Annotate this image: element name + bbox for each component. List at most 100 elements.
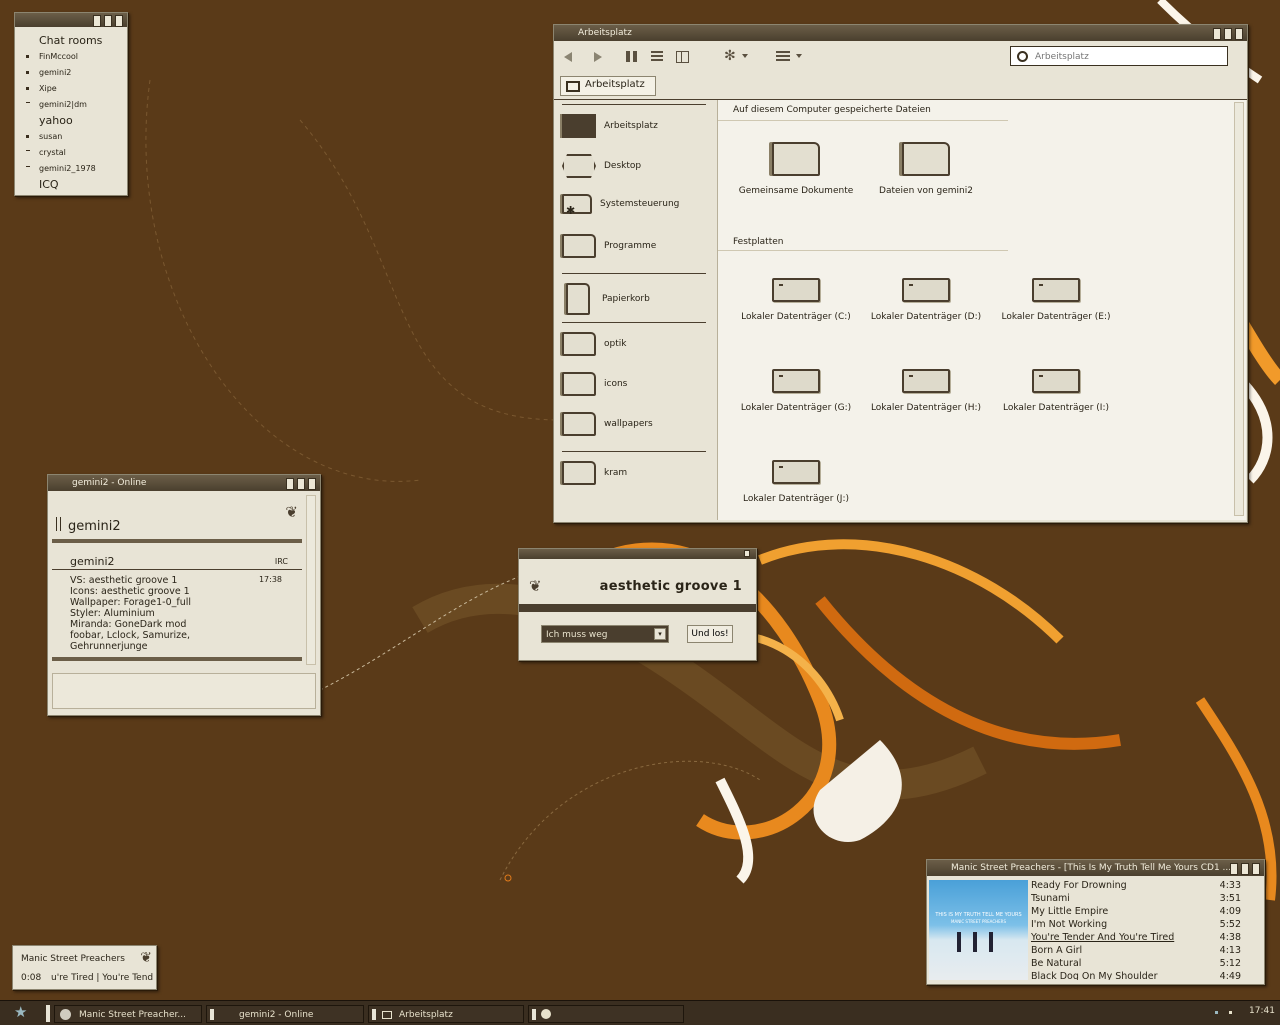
task-explorer[interactable]: Arbeitsplatz bbox=[368, 1005, 524, 1023]
sidebar-item[interactable]: Desktop bbox=[562, 154, 641, 178]
chat-room-label: gemini2_1978 bbox=[39, 164, 96, 173]
drive-item[interactable]: Lokaler Datenträger (G:) bbox=[731, 369, 861, 413]
drive-item[interactable]: Lokaler Datenträger (I:) bbox=[991, 369, 1121, 413]
chat-rooms-titlebar[interactable] bbox=[15, 13, 127, 27]
explorer-titlebar[interactable]: Arbeitsplatz bbox=[554, 25, 1247, 41]
drive-item[interactable]: Lokaler Datenträger (H:) bbox=[861, 369, 991, 413]
message-titlebar[interactable]: gemini2 - Online bbox=[48, 475, 320, 491]
chat-room-label: ICQ bbox=[39, 178, 59, 191]
start-star-icon[interactable]: ★ bbox=[14, 1003, 27, 1021]
search-input[interactable] bbox=[1033, 49, 1222, 65]
drive-item[interactable]: Lokaler Datenträger (C:) bbox=[731, 278, 861, 322]
close-button[interactable] bbox=[115, 15, 123, 27]
sidebar-item[interactable]: wallpapers bbox=[562, 412, 653, 436]
folder-item[interactable]: Dateien von gemini2 bbox=[861, 142, 991, 196]
close-button[interactable] bbox=[1235, 28, 1243, 40]
drive-item[interactable]: Lokaler Datenträger (J:) bbox=[731, 460, 861, 504]
list-view-icon[interactable] bbox=[651, 51, 663, 62]
playlist-track[interactable]: Ready For Drowning 4:33 bbox=[1031, 880, 1241, 893]
status-dialog-titlebar[interactable] bbox=[519, 549, 756, 559]
chat-room-item[interactable]: yahoo bbox=[39, 114, 73, 127]
sidebar-item[interactable]: Arbeitsplatz bbox=[562, 114, 658, 138]
dropdown-icon[interactable]: ▾ bbox=[654, 628, 666, 640]
sidebar-item[interactable]: Programme bbox=[562, 234, 656, 258]
arrange-dropdown-icon[interactable] bbox=[796, 54, 802, 58]
sidebar-item[interactable]: optik bbox=[562, 332, 626, 356]
section-files-divider bbox=[718, 120, 1008, 121]
und-los-button[interactable]: Und los! bbox=[687, 625, 733, 643]
sidebar-item[interactable]: icons bbox=[562, 372, 627, 396]
chat-room-item[interactable]: gemini2 bbox=[26, 68, 71, 77]
location-tab[interactable]: Arbeitsplatz bbox=[560, 76, 656, 96]
maximize-button[interactable] bbox=[1241, 863, 1249, 875]
chat-room-item[interactable]: FinMccool bbox=[26, 52, 78, 61]
track-duration: 4:33 bbox=[1219, 880, 1241, 891]
minimize-button[interactable] bbox=[93, 15, 101, 27]
playlist: Ready For Drowning 4:33 Tsunami 3:51 My Litt… bbox=[1031, 880, 1241, 980]
maximize-button[interactable] bbox=[297, 478, 305, 490]
playlist-track[interactable]: Tsunami 3:51 bbox=[1031, 893, 1241, 906]
close-button[interactable] bbox=[744, 550, 750, 557]
close-button[interactable] bbox=[308, 478, 316, 490]
maximize-button[interactable] bbox=[104, 15, 112, 27]
track-title: I'm Not Working bbox=[1031, 919, 1108, 930]
chat-room-item[interactable]: ICQ bbox=[39, 178, 59, 191]
gear-icon[interactable]: ✻ bbox=[724, 48, 736, 64]
task-player[interactable]: Manic Street Preacher... bbox=[54, 1005, 202, 1023]
hard-drive-icon bbox=[1032, 369, 1080, 393]
player-window: Manic Street Preachers - [This Is My Tru… bbox=[926, 859, 1265, 985]
message-scrollbar[interactable] bbox=[306, 495, 316, 665]
clock: 17:41 bbox=[1249, 1006, 1275, 1016]
folder-icon bbox=[902, 142, 950, 176]
back-arrow-icon[interactable] bbox=[564, 52, 572, 62]
computer-icon bbox=[382, 1011, 392, 1019]
vertical-scrollbar[interactable] bbox=[1234, 102, 1244, 516]
playlist-track[interactable]: Born A Girl 4:13 bbox=[1031, 945, 1241, 958]
search-box[interactable] bbox=[1010, 46, 1228, 66]
playlist-track[interactable]: I'm Not Working 5:52 bbox=[1031, 919, 1241, 932]
arrange-icon[interactable] bbox=[776, 51, 790, 61]
chat-room-item[interactable]: crystal bbox=[26, 148, 66, 157]
playlist-track[interactable]: Black Dog On My Shoulder 4:49 bbox=[1031, 971, 1241, 980]
message-line: Gehrunnerjunge bbox=[70, 641, 148, 652]
forward-arrow-icon[interactable] bbox=[594, 52, 602, 62]
gear-dropdown-icon[interactable] bbox=[742, 54, 748, 58]
playlist-track[interactable]: My Little Empire 4:09 bbox=[1031, 906, 1241, 919]
sidebar-item[interactable]: ✱ Systemsteuerung bbox=[562, 194, 680, 217]
away-message-input[interactable] bbox=[544, 627, 654, 643]
folder-item[interactable]: Gemeinsame Dokumente bbox=[731, 142, 861, 196]
maximize-button[interactable] bbox=[1224, 28, 1232, 40]
sidebar-item-label: Systemsteuerung bbox=[600, 199, 680, 209]
computer-icon bbox=[562, 114, 596, 138]
hard-drive-icon bbox=[772, 278, 820, 302]
player-titlebar[interactable]: Manic Street Preachers - [This Is My Tru… bbox=[927, 860, 1264, 876]
minimize-button[interactable] bbox=[1230, 863, 1238, 875]
chat-room-item[interactable]: gemini2|dm bbox=[26, 100, 87, 109]
minimize-button[interactable] bbox=[1213, 28, 1221, 40]
close-button[interactable] bbox=[1252, 863, 1260, 875]
task-empty[interactable] bbox=[528, 1005, 684, 1023]
task-messenger[interactable]: gemini2 - Online bbox=[206, 1005, 364, 1023]
message-input[interactable] bbox=[52, 673, 316, 709]
download-icon bbox=[541, 1009, 551, 1019]
chat-room-item[interactable]: gemini2_1978 bbox=[26, 164, 96, 173]
album-cover-band: MANIC STREET PREACHERS bbox=[951, 919, 1006, 924]
playlist-track[interactable]: Be Natural 5:12 bbox=[1031, 958, 1241, 971]
sidebar-item[interactable]: Papierkorb bbox=[562, 283, 650, 315]
minimize-button[interactable] bbox=[286, 478, 294, 490]
drive-item[interactable]: Lokaler Datenträger (E:) bbox=[991, 278, 1121, 322]
playlist-track[interactable]: You're Tender And You're Tired 4:38 bbox=[1031, 932, 1241, 945]
leaf-icon[interactable]: ❦ bbox=[285, 503, 298, 521]
columns-view-icon[interactable] bbox=[676, 51, 689, 63]
chat-room-label: gemini2|dm bbox=[39, 100, 87, 109]
section-files-title: Auf diesem Computer gespeicherte Dateien bbox=[733, 105, 931, 115]
away-message-field[interactable]: ▾ bbox=[541, 625, 669, 643]
drive-item[interactable]: Lokaler Datenträger (D:) bbox=[861, 278, 991, 322]
chat-room-item[interactable]: susan bbox=[26, 132, 62, 141]
location-bar: Arbeitsplatz bbox=[554, 73, 1247, 100]
track-duration: 4:49 bbox=[1219, 971, 1241, 980]
thumbnails-view-icon[interactable] bbox=[626, 51, 637, 62]
chat-room-item[interactable]: Xipe bbox=[26, 84, 57, 93]
drive-label: Lokaler Datenträger (D:) bbox=[870, 312, 982, 322]
sidebar-item[interactable]: kram bbox=[562, 461, 627, 485]
